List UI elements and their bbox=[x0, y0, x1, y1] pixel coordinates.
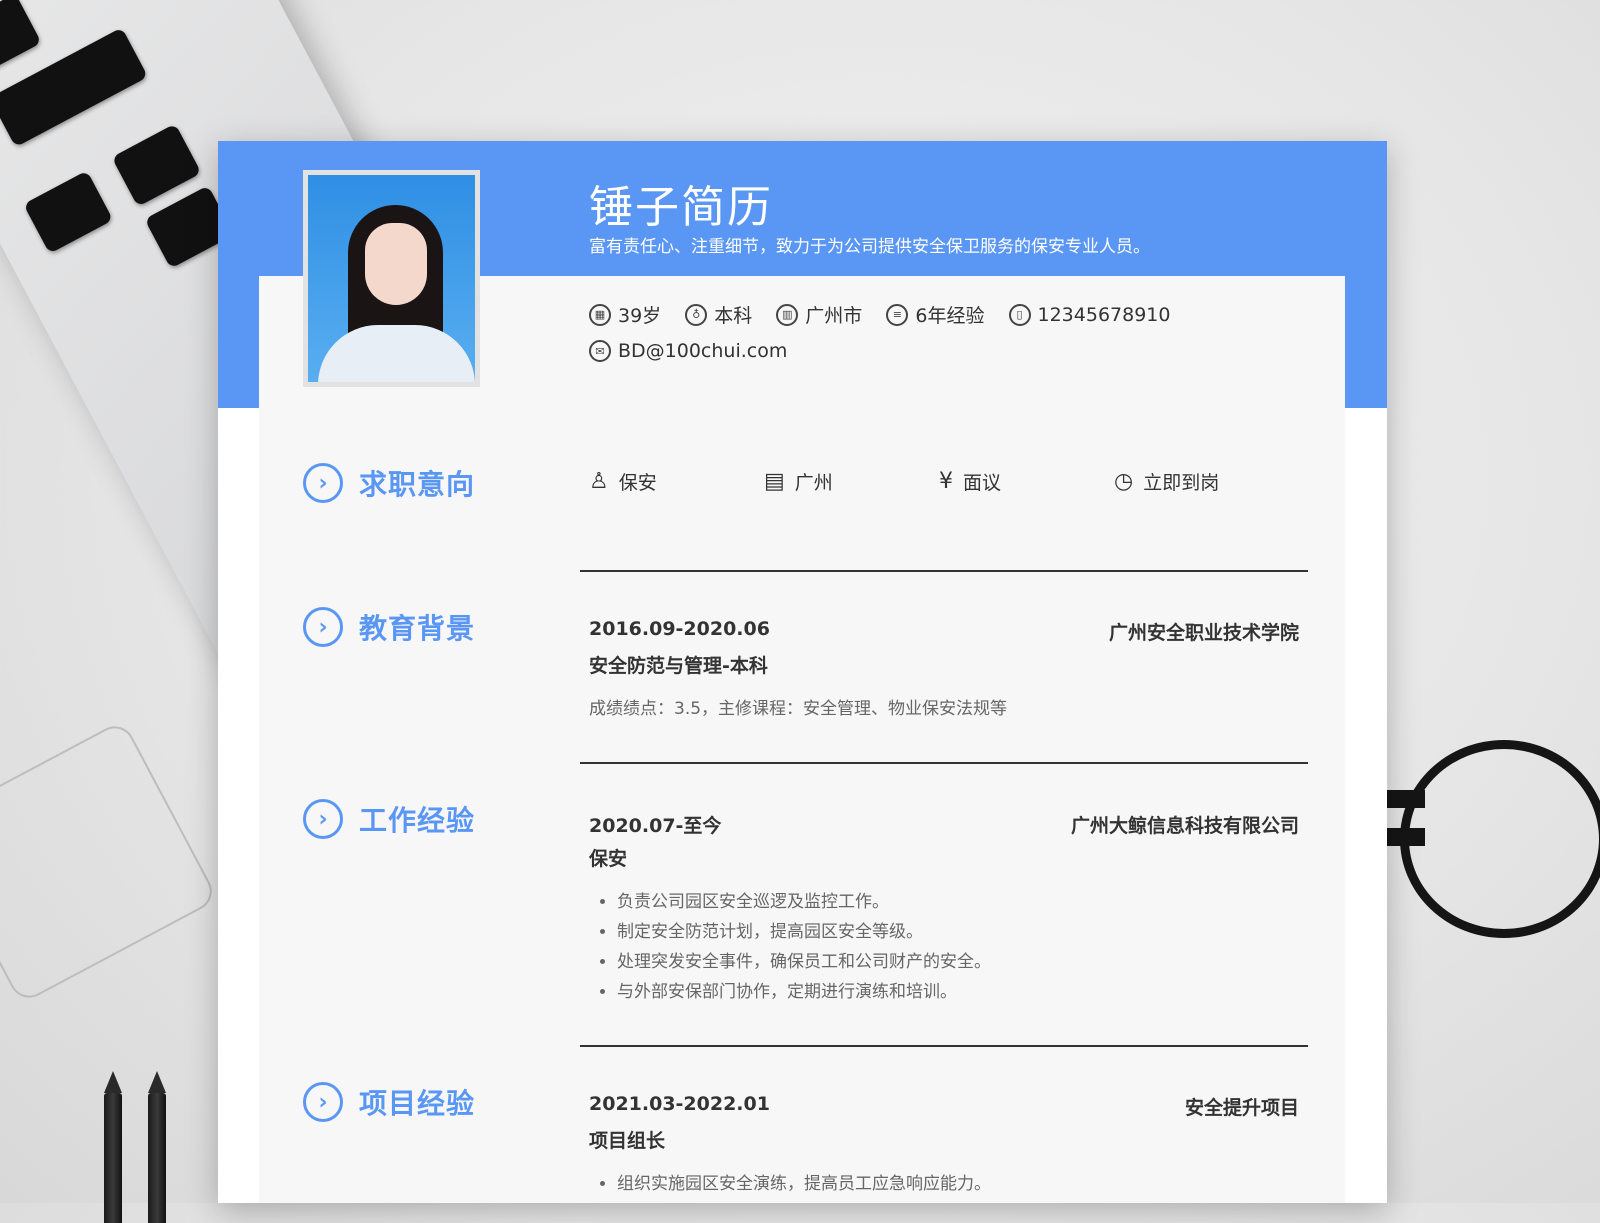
building-icon: ▥ bbox=[776, 303, 799, 326]
info-degree: ♁ 本科 bbox=[685, 302, 752, 328]
info-email: ✉ BD@100chui.com bbox=[589, 338, 787, 364]
section-education: › 教育背景 bbox=[303, 607, 475, 647]
clock-icon: ◷ bbox=[1114, 469, 1134, 494]
mail-icon: ✉ bbox=[589, 340, 611, 362]
intent-list: ♙ 保安 ▤ 广州 ¥ 面议 ◷ 立即到岗 bbox=[589, 468, 1289, 495]
calendar-icon: ▦ bbox=[589, 303, 611, 326]
pencil-decoration bbox=[104, 1071, 122, 1223]
chevron-right-icon: › bbox=[303, 607, 343, 647]
project-role: 项目组长 bbox=[589, 1130, 666, 1152]
section-project: › 项目经验 bbox=[303, 1082, 475, 1122]
divider bbox=[580, 762, 1308, 764]
project-name: 安全提升项目 bbox=[1184, 1097, 1299, 1119]
tie-icon: ♙ bbox=[589, 469, 609, 494]
info-phone: ▯ 12345678910 bbox=[1008, 302, 1170, 328]
divider bbox=[580, 1045, 1308, 1047]
salary-icon: ¥ bbox=[939, 469, 953, 494]
section-title: 项目经验 bbox=[359, 1087, 476, 1120]
glasses-decoration bbox=[1400, 740, 1600, 938]
info-age: ▦ 39岁 bbox=[589, 302, 661, 328]
list-item: 组织实施园区安全演练，提高员工应急响应能力。 bbox=[617, 1169, 1299, 1199]
project-period: 2021.03-2022.01 bbox=[589, 1093, 770, 1115]
phone-icon: ▯ bbox=[1008, 303, 1031, 326]
education-icon: ♁ bbox=[685, 303, 708, 326]
intent-position: ♙ 保安 bbox=[589, 469, 657, 494]
section-work: › 工作经验 bbox=[303, 799, 475, 839]
work-bullets: 负责公司园区安全巡逻及监控工作。 制定安全防范计划，提高园区安全等级。 处理突发… bbox=[589, 887, 1299, 1007]
list-item: 与外部安保部门协作，定期进行演练和培训。 bbox=[617, 977, 1299, 1007]
education-period: 2016.09-2020.06 bbox=[589, 618, 770, 640]
section-intent: › 求职意向 bbox=[303, 463, 475, 503]
intent-salary: ¥ 面议 bbox=[939, 469, 1002, 494]
pencil-decoration bbox=[148, 1071, 166, 1223]
list-item: 负责公司园区安全巡逻及监控工作。 bbox=[617, 887, 1299, 917]
divider bbox=[580, 570, 1308, 572]
list-item: 制定安全防范计划，提高园区安全等级。 bbox=[617, 917, 1299, 947]
work-entry: 2020.07-至今 广州大鲸信息科技有限公司 保安 负责公司园区安全巡逻及监控… bbox=[589, 811, 1299, 1007]
trackpad-decoration bbox=[0, 719, 219, 1005]
profile-photo bbox=[303, 170, 480, 387]
resume-name: 锤子简历 bbox=[589, 182, 773, 233]
experience-icon: ≡ bbox=[886, 303, 909, 326]
chevron-right-icon: › bbox=[303, 1082, 343, 1122]
city-icon: ▤ bbox=[764, 469, 785, 494]
chevron-right-icon: › bbox=[303, 463, 343, 503]
intent-availability: ◷ 立即到岗 bbox=[1114, 469, 1220, 494]
personal-info: ▦ 39岁 ♁ 本科 ▥ 广州市 ≡ 6年经验 ▯ 12345678910 ✉ BD@100… bbox=[589, 301, 1309, 374]
project-bullets: 组织实施园区安全演练，提高员工应急响应能力。 bbox=[589, 1169, 1299, 1199]
project-entry: 2021.03-2022.01 安全提升项目 项目组长 组织实施园区安全演练，提… bbox=[589, 1093, 1299, 1199]
resume-tagline: 富有责任心、注重细节，致力于为公司提供安全保卫服务的保安专业人员。 bbox=[589, 237, 1150, 257]
work-company: 广州大鲸信息科技有限公司 bbox=[1070, 815, 1299, 837]
info-experience: ≡ 6年经验 bbox=[886, 302, 984, 328]
section-title: 求职意向 bbox=[359, 468, 476, 501]
info-city: ▥ 广州市 bbox=[776, 302, 862, 328]
education-entry: 2016.09-2020.06 广州安全职业技术学院 安全防范与管理-本科 成绩… bbox=[589, 618, 1299, 719]
resume-page: 锤子简历 富有责任心、注重细节，致力于为公司提供安全保卫服务的保安专业人员。 ▦… bbox=[218, 141, 1387, 1203]
chevron-right-icon: › bbox=[303, 799, 343, 839]
intent-city: ▤ 广州 bbox=[764, 469, 833, 494]
work-role: 保安 bbox=[589, 848, 628, 870]
section-title: 工作经验 bbox=[359, 804, 476, 837]
work-period: 2020.07-至今 bbox=[589, 815, 722, 837]
education-major: 安全防范与管理-本科 bbox=[589, 655, 768, 677]
content-panel bbox=[259, 276, 1345, 1203]
section-title: 教育背景 bbox=[359, 612, 476, 645]
list-item: 处理突发安全事件，确保员工和公司财产的安全。 bbox=[617, 947, 1299, 977]
education-desc: 成绩绩点：3.5，主修课程：安全管理、物业保安法规等 bbox=[589, 699, 1008, 719]
education-school: 广州安全职业技术学院 bbox=[1108, 622, 1299, 644]
